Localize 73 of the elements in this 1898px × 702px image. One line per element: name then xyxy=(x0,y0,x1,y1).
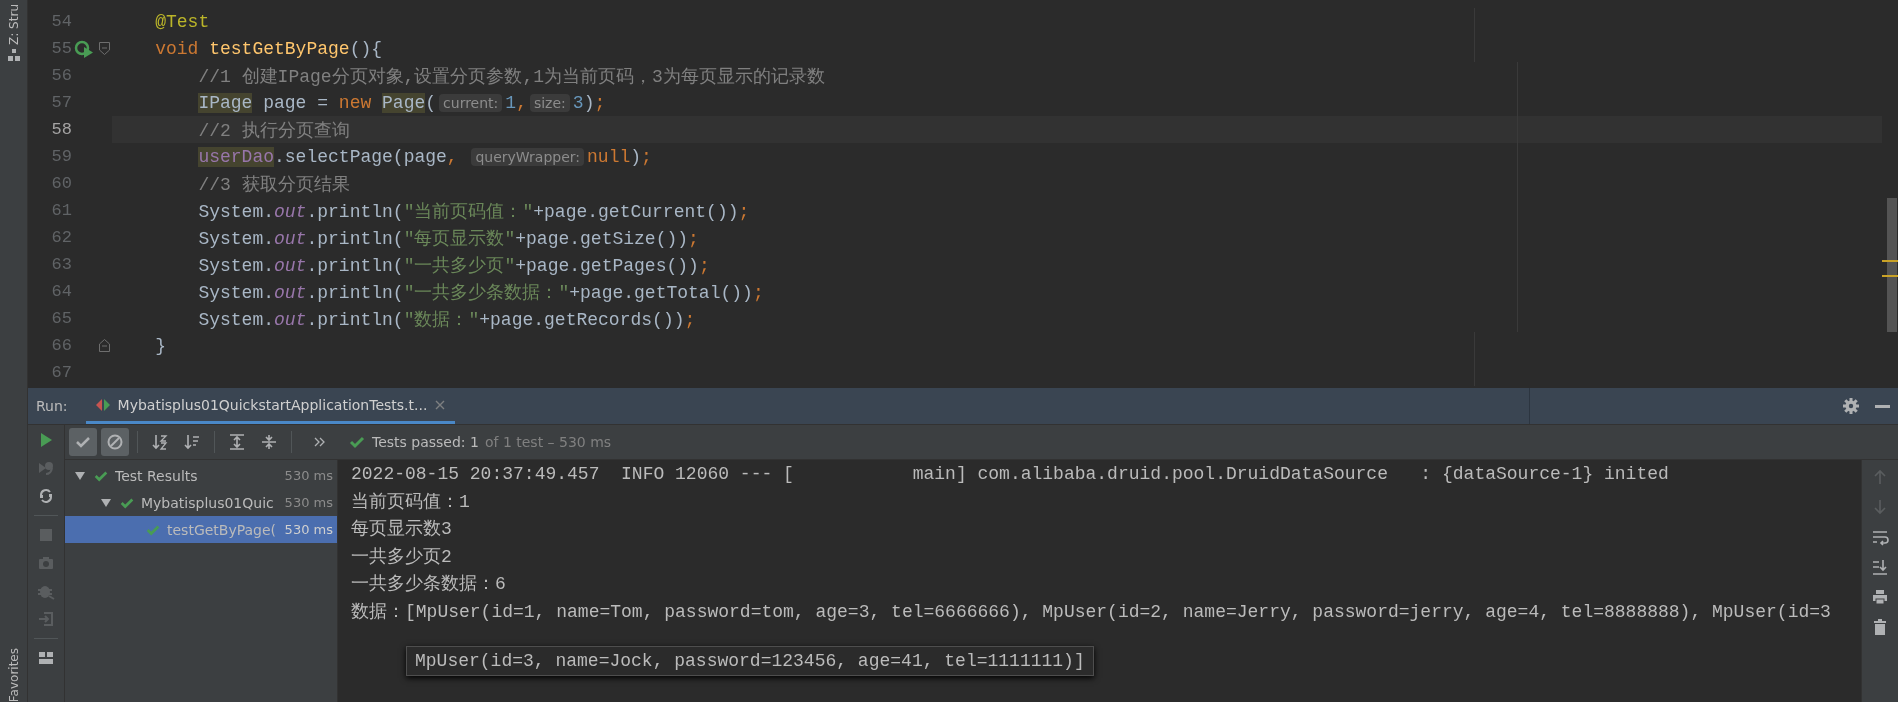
tree-node[interactable]: Mybatisplus01Quic 530 ms xyxy=(65,489,337,516)
code-line: //2 执行分页查询 xyxy=(198,119,350,142)
fold-icon[interactable] xyxy=(98,42,110,55)
layout-icon[interactable] xyxy=(37,649,55,667)
console-line: 当前页码值：1 xyxy=(351,490,471,514)
scroll-to-end-icon[interactable] xyxy=(1871,558,1889,576)
console-line: 一共多少条数据：6 xyxy=(351,573,507,597)
structure-tab[interactable]: Z: Stru xyxy=(6,4,21,45)
structure-icon[interactable] xyxy=(7,48,20,61)
favorites-tab[interactable]: Favorites xyxy=(6,643,21,702)
line-number: 57 xyxy=(50,93,72,112)
code-line: System.out.println("数据："+page.getRecords()); xyxy=(198,308,696,331)
code-line: System.out.println("一共多少页"+page.getPages()); xyxy=(198,254,710,277)
more-icon[interactable] xyxy=(314,437,326,447)
soft-wrap-icon[interactable] xyxy=(1871,528,1889,546)
code-line: IPage page = new Page( current: 1, size: 3); xyxy=(198,92,606,113)
tree-node[interactable]: testGetByPage( 530 ms xyxy=(65,516,337,543)
sort-alphabetical-icon[interactable] xyxy=(151,433,169,451)
code-line: System.out.println("当前页码值："+page.getCurrent()); xyxy=(198,200,750,223)
code-line: @Test xyxy=(155,11,210,32)
duration-label: 530 ms xyxy=(283,495,334,510)
expand-arrow-icon[interactable] xyxy=(75,471,85,480)
console-line: 每页显示数3 xyxy=(351,518,453,542)
run-test-icon[interactable] xyxy=(74,39,94,58)
line-number: 54 xyxy=(50,12,72,31)
line-number: 66 xyxy=(50,336,72,355)
expand-arrow-icon[interactable] xyxy=(101,498,111,507)
code-line: System.out.println("一共多少条数据："+page.getTotal()); xyxy=(198,281,764,304)
test-run-icon xyxy=(95,397,110,412)
line-number: 58 xyxy=(50,120,72,139)
ignored-icon[interactable] xyxy=(106,433,124,451)
printer-icon[interactable] xyxy=(1871,588,1889,606)
scrollbar-thumb[interactable] xyxy=(1887,198,1897,332)
warning-marker xyxy=(1882,260,1898,262)
line-number: 55 xyxy=(50,39,72,58)
code-line: userDao.selectPage(page, queryWrapper: null); xyxy=(198,146,652,167)
line-number: 64 xyxy=(50,282,72,301)
warning-marker xyxy=(1882,275,1898,277)
rerun-icon[interactable] xyxy=(37,487,55,505)
sort-duration-icon[interactable] xyxy=(183,433,201,451)
line-preview-popup: MpUser(id=3, name=Jock, password=123456, age=41, tel=1111111)] xyxy=(406,645,1094,676)
collapse-all-icon[interactable] xyxy=(260,433,278,451)
line-number: 56 xyxy=(50,66,72,85)
console-line: 2022-08-15 20:37:49.457 INFO 12060 --- [ main] com.alibaba.druid.pool.DruidDataSource : {dataSource-1} inited xyxy=(351,463,1670,486)
trash-icon[interactable] xyxy=(1871,618,1889,636)
minimize-icon[interactable] xyxy=(1875,404,1890,408)
run-tab[interactable]: Mybatisplus01QuickstartApplicationTests.t... xyxy=(85,388,456,424)
code-line: //3 获取分页结果 xyxy=(198,173,350,196)
line-number: 61 xyxy=(50,201,72,220)
line-number: 60 xyxy=(50,174,72,193)
tree-node[interactable]: Test Results 530 ms xyxy=(65,462,337,489)
expand-all-icon[interactable] xyxy=(228,433,246,451)
tests-summary-label: of 1 test – 530 ms xyxy=(484,434,612,450)
line-number: 62 xyxy=(50,228,72,247)
settings-icon[interactable] xyxy=(1843,398,1859,414)
line-number: 65 xyxy=(50,309,72,328)
duration-label: 530 ms xyxy=(283,522,334,537)
line-number: 63 xyxy=(50,255,72,274)
toolbar-button[interactable] xyxy=(101,428,129,456)
console-line: 一共多少页2 xyxy=(351,545,453,569)
line-number: 67 xyxy=(50,363,72,382)
line-number: 59 xyxy=(50,147,72,166)
code-line: //1 创建IPage分页对象,设置分页参数,1为当前页码，3为每页显示的记录数 xyxy=(198,65,825,88)
panel-title: Run: xyxy=(35,397,69,416)
tests-passed-label: Tests passed: 1 xyxy=(372,434,479,450)
close-icon[interactable] xyxy=(435,399,446,410)
code-line: void testGetByPage(){ xyxy=(155,38,383,59)
console-line: 数据：[MpUser(id=1, name=Tom, password=tom, age=3, tel=6666666), MpUser(id=2, name=Jerry, password=jerry, age=4, tel=8888888), MpUser(id=3 xyxy=(351,600,1832,624)
toolbar-button[interactable] xyxy=(69,428,97,456)
duration-label: 530 ms xyxy=(283,468,334,483)
code-line: System.out.println("每页显示数"+page.getSize()); xyxy=(198,227,699,250)
code-line: } xyxy=(155,335,166,356)
fold-icon[interactable] xyxy=(98,339,110,352)
